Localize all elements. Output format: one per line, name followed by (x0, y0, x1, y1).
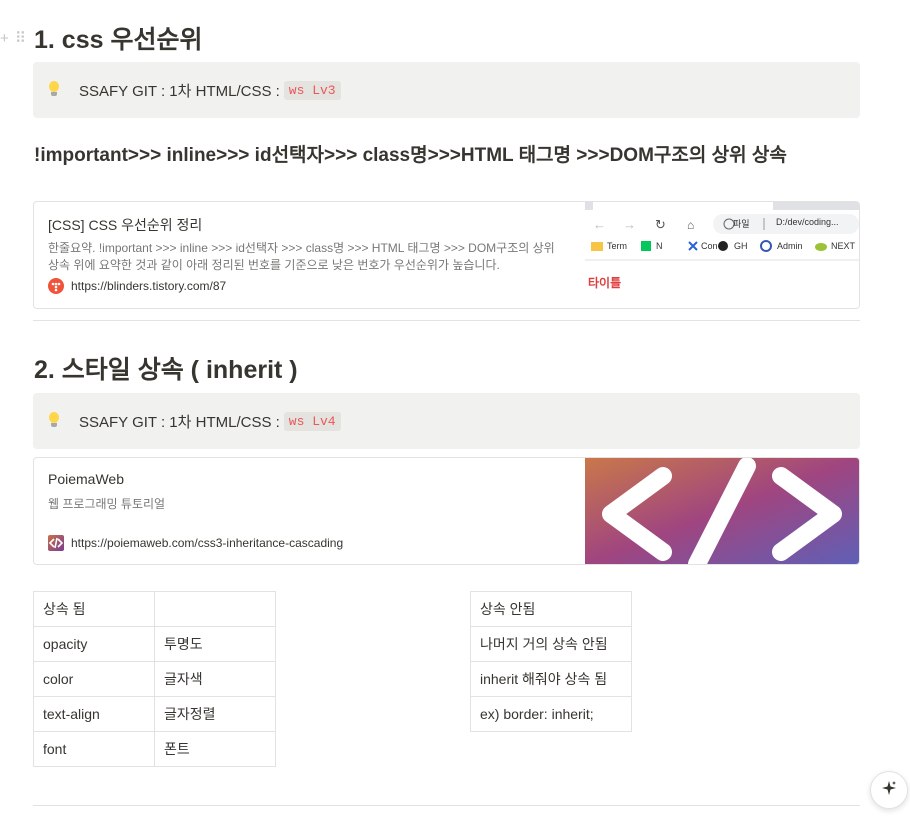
table-cell[interactable]: 상속 됨 (33, 591, 155, 627)
thumb-bookmark-con: Con (701, 241, 718, 251)
svg-text:⌂: ⌂ (687, 218, 694, 232)
section1-heading: 1. css 우선순위 (34, 26, 203, 54)
table-row: 나머지 거의 상속 안됨 (470, 626, 632, 662)
table-cell[interactable]: 나머지 거의 상속 안됨 (470, 626, 632, 662)
callout-text: SSAFY GIT : 1차 HTML/CSS : (79, 413, 280, 431)
inline-code: ws Lv3 (283, 80, 341, 100)
bookmark-card-blinders[interactable]: [CSS] CSS 우선순위 정리 한줄요약. !important >>> i… (33, 201, 860, 309)
table-cell[interactable]: opacity (33, 626, 155, 662)
thumb-bookmark-gh: GH (734, 241, 748, 251)
thumb-file-label: 파일 (733, 219, 750, 229)
bookmark-url: https://poiemaweb.com/css3-inheritance-c… (48, 535, 343, 551)
thumb-address: D:/dev/coding... (776, 217, 839, 227)
drag-handle-icon[interactable]: + ⠿ (0, 30, 27, 48)
table-cell[interactable]: 투명도 (154, 626, 276, 662)
table-row: opacity 투명도 (33, 626, 276, 662)
divider (33, 805, 860, 806)
bookmark-url-text: https://poiemaweb.com/css3-inheritance-c… (71, 536, 344, 550)
table-row: 상속 됨 (33, 591, 276, 627)
ai-assistant-button[interactable] (870, 771, 908, 809)
bookmark-url: https://blinders.tistory.com/87 (48, 278, 226, 294)
table-row: color 글자색 (33, 661, 276, 697)
table-row: 상속 안됨 (470, 591, 632, 627)
inline-code: ws Lv4 (283, 411, 341, 431)
bookmark-url-text: https://blinders.tistory.com/87 (71, 279, 227, 293)
svg-text:←: ← (593, 217, 606, 232)
table-cell[interactable]: color (33, 661, 155, 697)
table-cell[interactable]: 폰트 (154, 731, 276, 767)
section1-subheading: !important>>> inline>>> id선택자>>> class명>… (34, 145, 787, 166)
not-inherited-table: 상속 안됨 나머지 거의 상속 안됨 inherit 해줘야 상속 됨 ex) … (470, 591, 632, 732)
callout-text: SSAFY GIT : 1차 HTML/CSS : (79, 82, 280, 100)
bookmark-title: [CSS] CSS 우선순위 정리 (48, 217, 203, 233)
table-cell[interactable]: 상속 안됨 (470, 591, 632, 627)
bookmark-description: 한줄요약. !important >>> inline >>> id선택자 >>… (48, 241, 555, 272)
divider (33, 320, 860, 321)
code-icon-image (585, 458, 859, 564)
sparkle-icon (881, 780, 897, 801)
table-row: inherit 해줘야 상속 됨 (470, 661, 632, 697)
table-cell[interactable]: inherit 해줘야 상속 됨 (470, 661, 632, 697)
table-cell[interactable]: 글자정렬 (154, 696, 276, 732)
thumb-bookmark-n: N (656, 241, 663, 251)
lightbulb-icon (48, 81, 60, 99)
table-cell[interactable]: text-align (33, 696, 155, 732)
table-cell[interactable]: 글자색 (154, 661, 276, 697)
table-cell[interactable] (154, 591, 276, 627)
lightbulb-icon (48, 412, 60, 430)
bookmark-card-poiemaweb[interactable]: PoiemaWeb 웹 프로그래밍 튜토리얼 https://poiemaweb… (33, 457, 860, 565)
thumb-bookmark-term: Term (607, 241, 627, 251)
section2-callout: SSAFY GIT : 1차 HTML/CSS : ws Lv4 (33, 393, 860, 449)
bookmark-thumbnail (585, 458, 859, 564)
table-row: font 폰트 (33, 731, 276, 767)
section2-heading: 2. 스타일 상속 ( inherit ) (34, 356, 298, 384)
bookmark-title: PoiemaWeb (48, 471, 125, 487)
svg-text:→: → (623, 217, 636, 232)
svg-text:↻: ↻ (655, 217, 666, 232)
tistory-favicon (48, 278, 64, 294)
table-row: text-align 글자정렬 (33, 696, 276, 732)
bookmark-description: 웹 프로그래밍 튜토리얼 (48, 497, 166, 511)
table-cell[interactable]: font (33, 731, 155, 767)
thumb-caption: 타이틀 (588, 276, 622, 290)
table-cell[interactable]: ex) border: inherit; (470, 696, 632, 732)
inherited-properties-table: 상속 됨 opacity 투명도 color 글자색 text-align 글자… (33, 591, 276, 767)
bookmark-thumbnail: ← → ↻ ⌂ 파일 D:/dev/coding... Term N Con G… (585, 202, 859, 308)
section1-callout: SSAFY GIT : 1차 HTML/CSS : ws Lv3 (33, 62, 860, 118)
poiemaweb-favicon (48, 535, 64, 551)
thumb-bookmark-next: NEXT (831, 241, 856, 251)
thumb-bookmark-admin: Admin (777, 241, 803, 251)
table-row: ex) border: inherit; (470, 696, 632, 732)
